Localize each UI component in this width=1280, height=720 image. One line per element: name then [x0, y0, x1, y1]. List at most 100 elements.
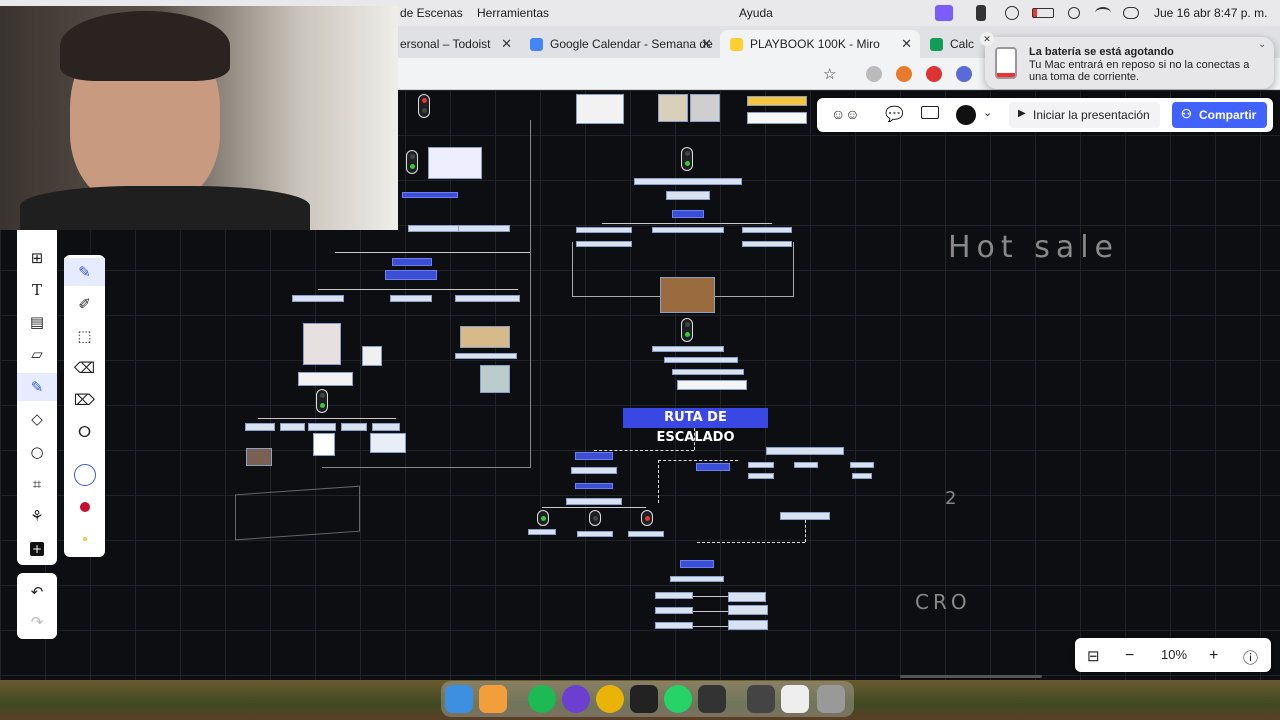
board-node[interactable]: [794, 462, 818, 468]
board-node[interactable]: [634, 178, 742, 185]
app-icon[interactable]: [562, 685, 590, 713]
image-node[interactable]: [747, 96, 807, 106]
board-node[interactable]: [655, 622, 693, 629]
image-node[interactable]: [313, 433, 335, 456]
close-icon[interactable]: ✕: [901, 36, 912, 52]
board-node[interactable]: [670, 576, 724, 582]
trash-icon[interactable]: [817, 685, 845, 713]
battery-notification[interactable]: ✕ La batería se está agotando Tu Mac ent…: [980, 32, 1274, 89]
image-node[interactable]: [690, 94, 720, 122]
board-node[interactable]: [575, 452, 613, 460]
board-node[interactable]: [728, 592, 766, 602]
board-node[interactable]: [390, 295, 432, 302]
board-node[interactable]: [458, 225, 510, 232]
close-icon[interactable]: ✕: [980, 32, 994, 46]
wifi-icon[interactable]: [1095, 7, 1111, 19]
handwriting-two[interactable]: 2: [945, 488, 956, 509]
zoom-level[interactable]: 10%: [1161, 647, 1187, 662]
board-node[interactable]: [680, 560, 714, 568]
table-node[interactable]: [677, 380, 747, 390]
board-node[interactable]: [850, 462, 874, 468]
image-node[interactable]: [246, 448, 272, 466]
close-icon[interactable]: ✕: [501, 36, 512, 52]
menu-item-ayuda[interactable]: Ayuda: [739, 6, 773, 20]
board-node[interactable]: [696, 463, 730, 471]
board-node[interactable]: [385, 270, 437, 280]
board-node[interactable]: [652, 227, 724, 233]
board-node[interactable]: [748, 462, 774, 468]
board-node[interactable]: [742, 241, 792, 247]
search-icon[interactable]: [1068, 7, 1080, 19]
board-node[interactable]: [748, 473, 774, 479]
board-node[interactable]: [672, 210, 704, 218]
menubar-datetime[interactable]: Jue 16 abr 8:47 p. m.: [1154, 6, 1267, 20]
chrome-icon[interactable]: [596, 685, 624, 713]
reactions-icon[interactable]: ☺☺: [831, 106, 860, 122]
image-node[interactable]: [428, 147, 482, 179]
finder-icon[interactable]: [445, 685, 473, 713]
board-node[interactable]: [766, 447, 844, 455]
extension-icon[interactable]: [866, 66, 882, 82]
board-node[interactable]: [666, 191, 710, 200]
extension-icon[interactable]: [956, 66, 972, 82]
color-swatch-yellow[interactable]: [83, 537, 87, 541]
handwriting-hot-sale[interactable]: Hot sale: [948, 230, 1119, 265]
spotify-icon[interactable]: [528, 685, 556, 713]
window-thumb-icon[interactable]: [747, 685, 775, 713]
board-node[interactable]: [576, 227, 632, 233]
board-node[interactable]: [655, 592, 693, 599]
extension-icon[interactable]: [896, 66, 912, 82]
board-node[interactable]: [575, 483, 613, 489]
image-node[interactable]: [362, 346, 382, 366]
more-tools-icon[interactable]: ⚘: [17, 502, 57, 530]
horizontal-scrollbar[interactable]: [900, 675, 1042, 678]
table-node[interactable]: [298, 372, 353, 386]
frame-icon[interactable]: ▤: [17, 308, 57, 336]
pen-icon[interactable]: ✎: [64, 258, 105, 286]
color-swatch-red[interactable]: [80, 502, 90, 512]
table-node[interactable]: [576, 94, 624, 124]
board-node[interactable]: [728, 605, 768, 615]
comment-icon[interactable]: 💬: [885, 105, 904, 123]
handwriting-cro[interactable]: CRO: [915, 590, 971, 614]
board-node[interactable]: [455, 295, 520, 302]
object-eraser-icon[interactable]: ⌦: [64, 386, 105, 414]
comment-icon[interactable]: ○: [17, 438, 57, 466]
eraser-icon[interactable]: ⌫: [64, 354, 105, 382]
board-node[interactable]: [341, 423, 367, 431]
sticky-note-icon[interactable]: ▱: [17, 340, 57, 368]
utility-icon[interactable]: [698, 685, 726, 713]
extension-icon[interactable]: [926, 66, 942, 82]
menu-item-herramientas[interactable]: Herramientas: [477, 6, 549, 20]
image-node[interactable]: [460, 326, 510, 348]
help-icon[interactable]: ⓘ: [1243, 647, 1258, 668]
board-node[interactable]: [402, 192, 458, 198]
launchpad-icon[interactable]: [479, 685, 507, 713]
board-node[interactable]: [292, 295, 344, 302]
start-presentation-button[interactable]: ▶ Iniciar la presentación: [1009, 102, 1160, 128]
chevron-down-icon[interactable]: ⌄: [983, 106, 992, 119]
color-icon[interactable]: [956, 105, 976, 125]
text-icon[interactable]: T: [17, 276, 57, 304]
chevron-down-icon[interactable]: ⌄: [1258, 39, 1266, 50]
ruta-escalado-banner[interactable]: RUTA DE ESCALADO: [623, 408, 768, 445]
board-node[interactable]: [655, 607, 693, 614]
board-node[interactable]: [372, 423, 400, 431]
templates-icon[interactable]: ⊞: [17, 244, 57, 272]
image-node[interactable]: [658, 94, 688, 122]
app-status-icon[interactable]: [976, 5, 986, 21]
board-node[interactable]: [577, 531, 613, 537]
share-button[interactable]: ⚇ Compartir: [1172, 102, 1267, 128]
board-node[interactable]: [566, 498, 622, 505]
board-node[interactable]: [664, 357, 738, 363]
image-node[interactable]: [480, 365, 510, 393]
screen-record-icon[interactable]: [935, 5, 953, 21]
board-node[interactable]: [628, 531, 664, 537]
board-node[interactable]: [652, 346, 724, 352]
board-node[interactable]: [576, 241, 632, 247]
pen-icon[interactable]: ✎: [17, 373, 57, 401]
undo-icon[interactable]: ↶: [17, 578, 57, 606]
menu-item-escenas[interactable]: de Escenas: [400, 6, 463, 20]
crop-icon[interactable]: ⌗: [17, 470, 57, 498]
battery-icon[interactable]: [1032, 8, 1054, 18]
